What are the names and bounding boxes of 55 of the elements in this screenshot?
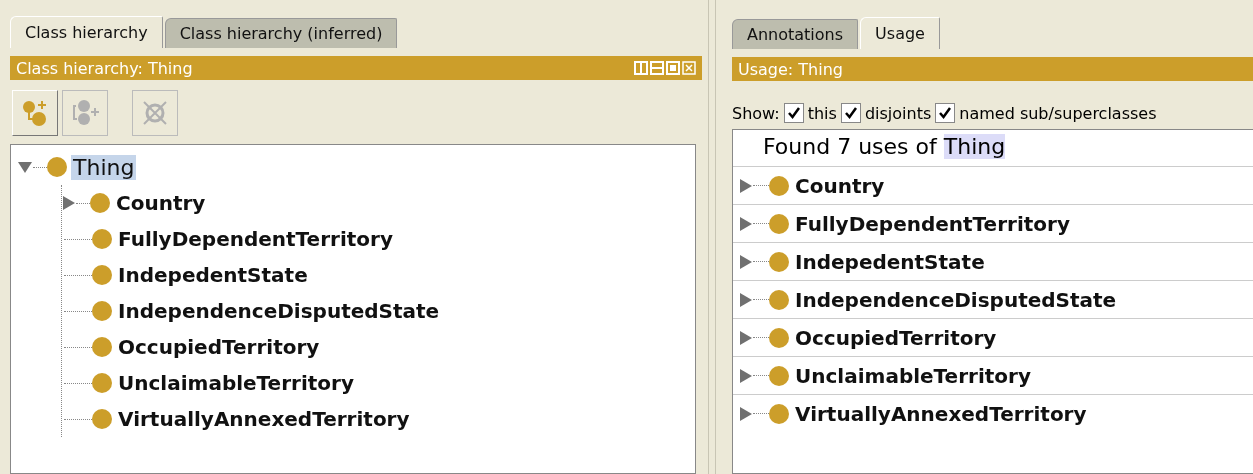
class-tree-item[interactable]: UnclaimableTerritory [116, 371, 356, 395]
checkbox-label: named sub/superclasses [959, 103, 1157, 123]
class-icon [769, 289, 789, 310]
expand-arrow-icon[interactable] [739, 177, 753, 194]
checkbox-label: this [807, 103, 837, 123]
class-icon [769, 365, 789, 386]
collapse-arrow-icon[interactable] [17, 160, 33, 174]
usage-item[interactable]: OccupiedTerritory [793, 325, 999, 350]
class-tree-item[interactable]: Thing [71, 154, 137, 180]
usage-item[interactable]: VirtuallyAnnexedTerritory [793, 401, 1089, 426]
class-icon [92, 265, 112, 285]
class-tree-item[interactable]: Country [114, 191, 208, 215]
usage-summary: Found 7 uses of Thing [762, 133, 1007, 161]
tab[interactable]: Annotations [732, 19, 859, 49]
checkbox-label: disjoints [864, 103, 932, 123]
class-icon [769, 213, 789, 234]
expand-arrow-icon[interactable] [739, 329, 753, 346]
class-icon [769, 403, 789, 424]
class-icon [92, 373, 112, 393]
usage-item[interactable]: IndependenceDisputedState [793, 287, 1119, 312]
view-title: Class hierarchy: Thing [16, 58, 193, 78]
class-tree-item[interactable]: OccupiedTerritory [116, 335, 322, 359]
expand-arrow-icon[interactable] [739, 291, 753, 308]
class-icon [769, 327, 789, 348]
expand-arrow-icon[interactable] [739, 215, 753, 232]
class-icon [92, 409, 112, 429]
show-label: Show: [732, 103, 780, 123]
checkbox[interactable] [935, 103, 956, 123]
class-icon [90, 193, 110, 213]
tab[interactable]: Usage [860, 17, 940, 49]
class-icon [769, 175, 789, 196]
add-subclass-button[interactable] [12, 90, 58, 136]
tab[interactable]: Class hierarchy [10, 16, 163, 48]
class-tree-item[interactable]: IndependenceDisputedState [116, 299, 442, 323]
class-tree-item[interactable]: VirtuallyAnnexedTerritory [116, 407, 412, 431]
class-tree-item[interactable]: IndepedentState [116, 263, 310, 287]
usage-item[interactable]: FullyDependentTerritory [793, 211, 1072, 236]
view-title: Usage: Thing [738, 59, 843, 79]
checkbox[interactable] [783, 103, 804, 123]
tab[interactable]: Class hierarchy (inferred) [164, 18, 398, 48]
class-icon [92, 301, 112, 321]
expand-arrow-icon[interactable] [62, 195, 76, 211]
class-icon [92, 229, 112, 249]
class-icon [92, 337, 112, 357]
expand-arrow-icon[interactable] [739, 367, 753, 384]
checkbox[interactable] [840, 103, 861, 123]
usage-item[interactable]: IndepedentState [793, 249, 987, 274]
expand-arrow-icon[interactable] [739, 253, 753, 270]
expand-arrow-icon[interactable] [739, 405, 753, 422]
usage-item[interactable]: UnclaimableTerritory [793, 363, 1033, 388]
class-icon [47, 157, 67, 177]
class-tree-item[interactable]: FullyDependentTerritory [116, 227, 395, 251]
class-icon [769, 251, 789, 272]
add-sibling-icon [70, 98, 100, 128]
usage-item[interactable]: Country [793, 173, 887, 198]
